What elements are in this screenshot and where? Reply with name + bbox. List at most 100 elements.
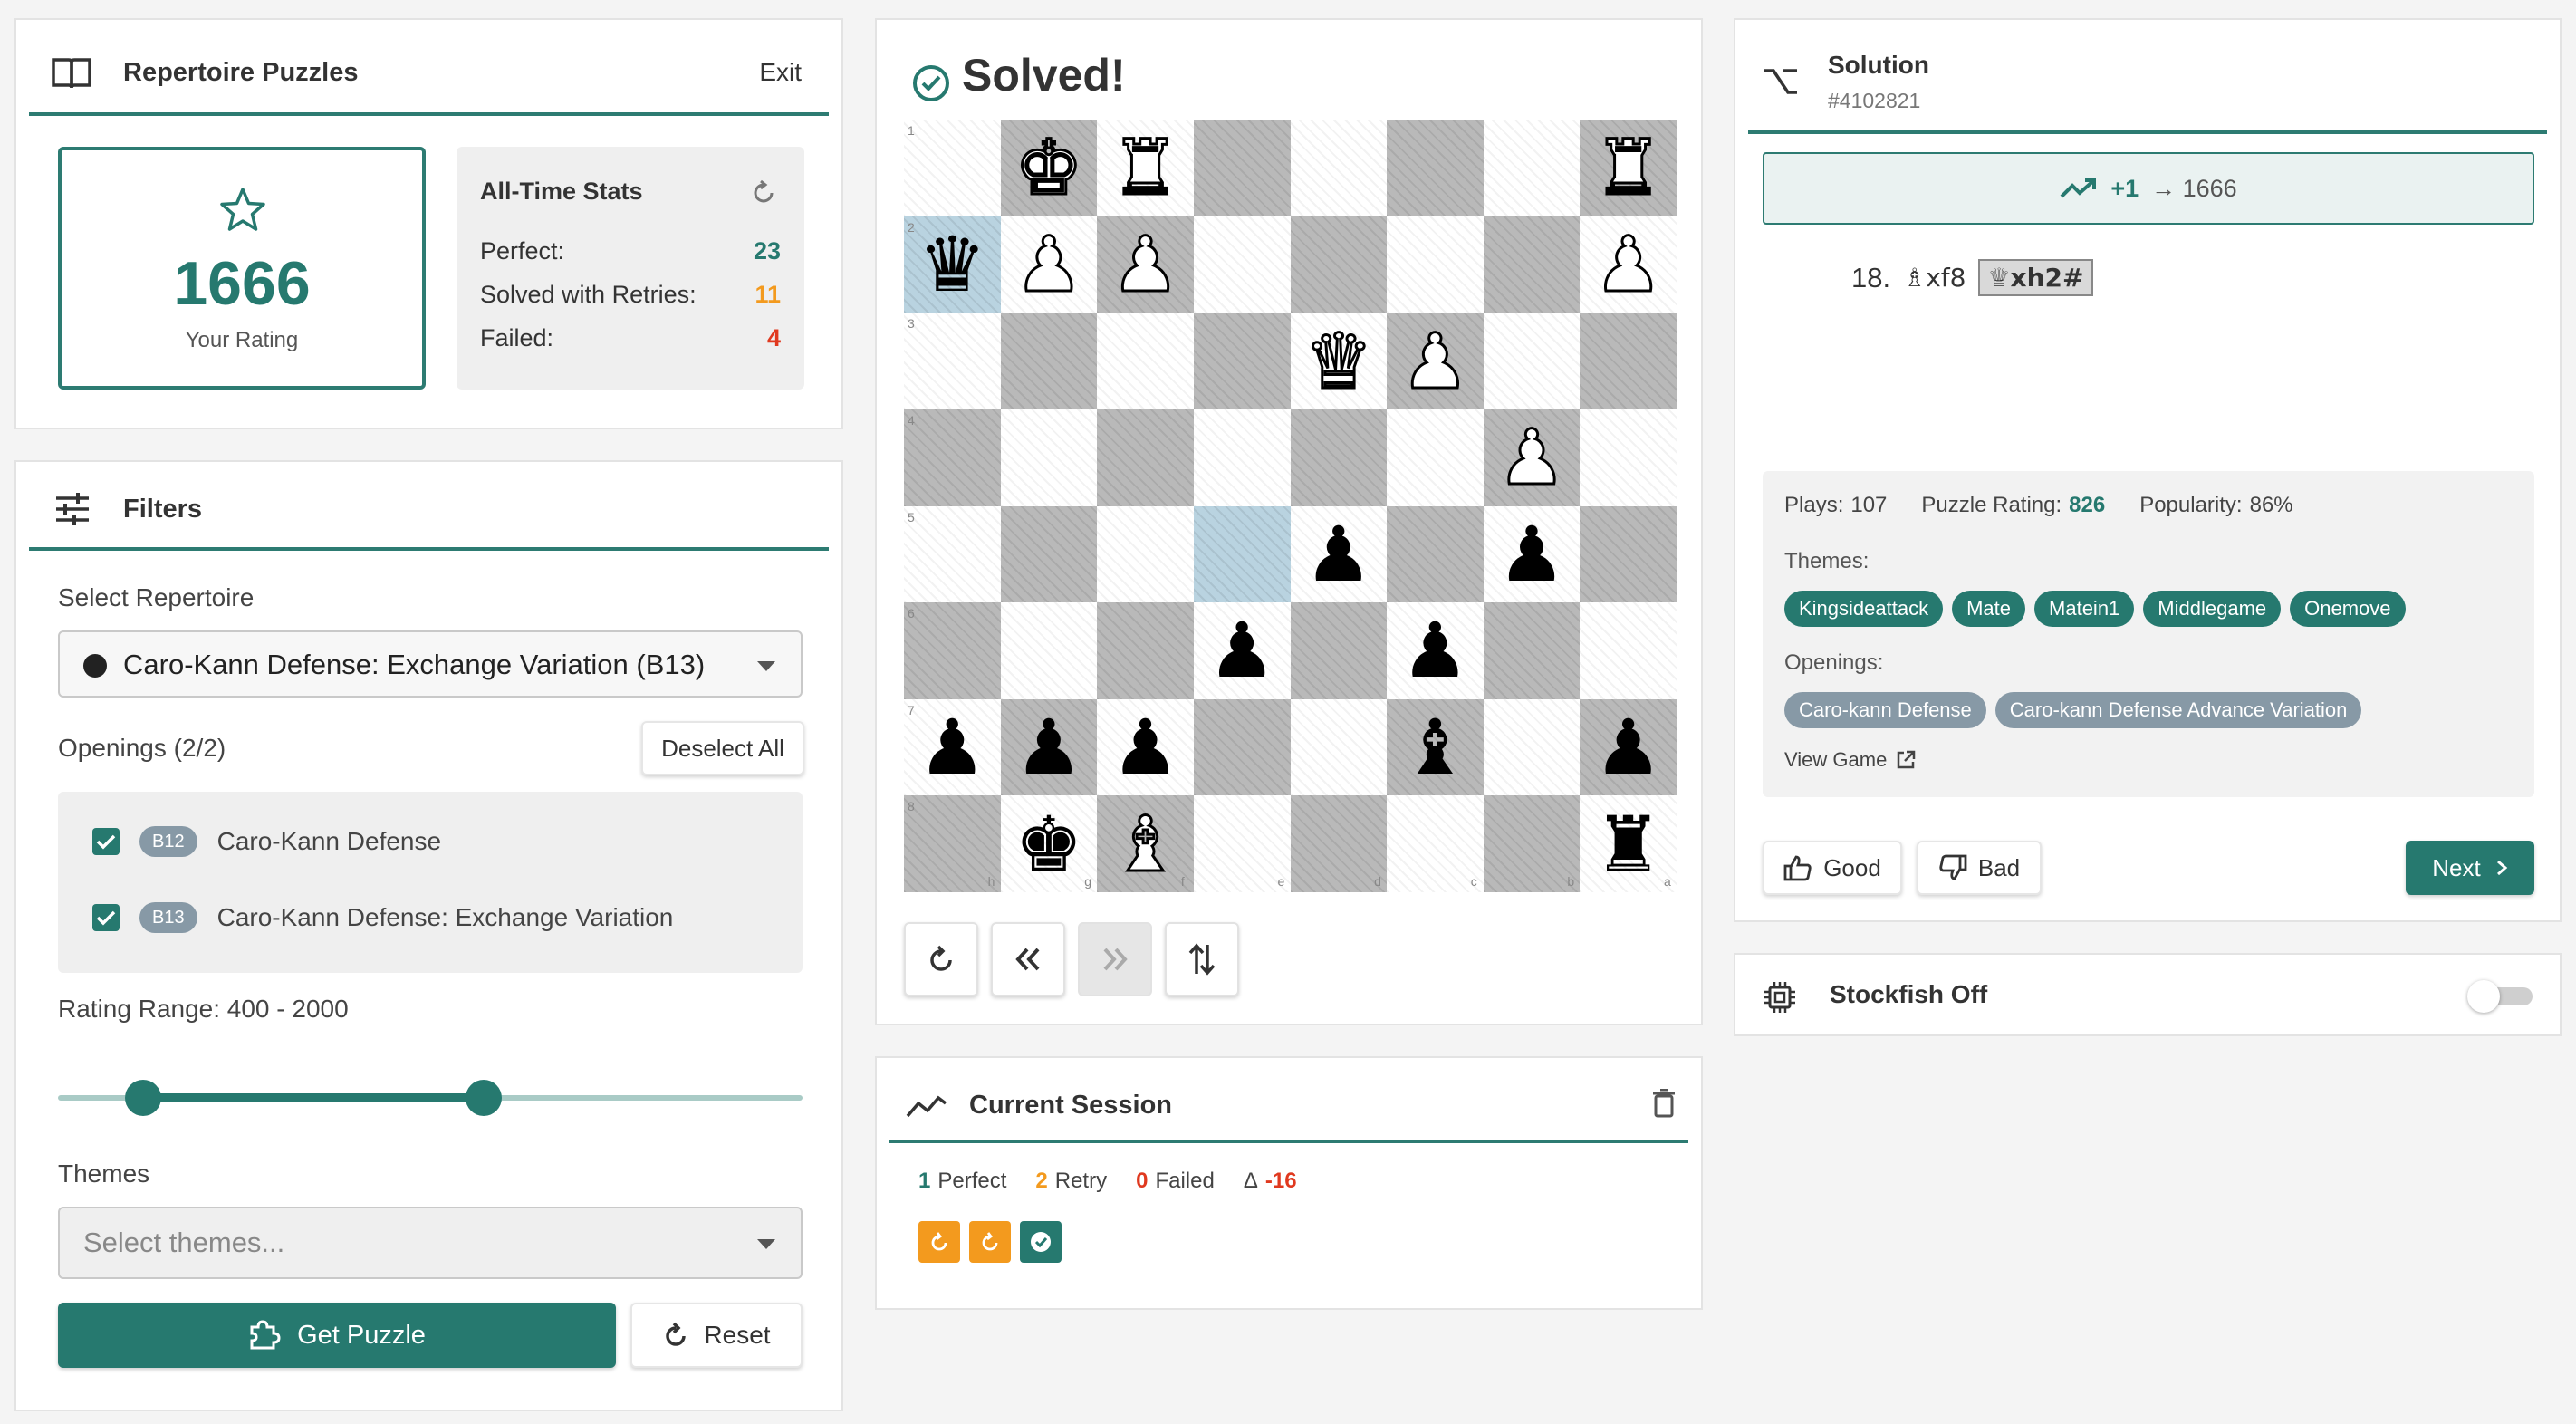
back-button[interactable] — [991, 922, 1065, 996]
board-square[interactable] — [1483, 120, 1581, 216]
board-square[interactable] — [1483, 216, 1581, 313]
board-square[interactable] — [1193, 120, 1291, 216]
board-square[interactable] — [1097, 505, 1194, 603]
board-square[interactable] — [904, 602, 1001, 699]
white-rook-icon[interactable]: ♜ — [1580, 120, 1677, 216]
board-square[interactable] — [1290, 698, 1388, 796]
rating-range-slider[interactable] — [58, 1078, 803, 1118]
theme-tag[interactable]: Kingsideattack — [1784, 591, 1944, 627]
board-square[interactable] — [904, 505, 1001, 603]
view-game-link[interactable]: View Game — [1784, 748, 1916, 772]
board-square[interactable] — [1290, 602, 1388, 699]
board-square[interactable] — [1193, 216, 1291, 313]
white-king-icon[interactable]: ♚ — [1001, 120, 1098, 216]
board-square[interactable] — [1290, 795, 1388, 892]
opening-item[interactable]: B13 Caro-Kann Defense: Exchange Variatio… — [92, 902, 673, 933]
board-square[interactable] — [1387, 216, 1484, 313]
trash-icon[interactable] — [1652, 1089, 1676, 1118]
refresh-icon[interactable] — [750, 179, 777, 207]
board-square[interactable] — [1580, 602, 1677, 699]
move-item[interactable]: ♗xf8 — [1903, 263, 1966, 293]
board-square[interactable] — [1193, 313, 1291, 409]
board-square[interactable] — [1387, 409, 1484, 506]
forward-button[interactable] — [1078, 922, 1152, 996]
deselect-all-button[interactable]: Deselect All — [641, 721, 804, 775]
white-pawn-icon[interactable]: ♟ — [1580, 216, 1677, 313]
board-square[interactable] — [904, 313, 1001, 409]
bad-button[interactable]: Bad — [1917, 841, 2042, 895]
board-square[interactable] — [1193, 409, 1291, 506]
opening-checkbox[interactable] — [92, 904, 120, 931]
session-result-retry[interactable] — [969, 1221, 1011, 1263]
opening-tag[interactable]: Caro-kann Defense — [1784, 692, 1986, 728]
board-square[interactable] — [904, 120, 1001, 216]
board-square[interactable] — [1387, 505, 1484, 603]
slider-max-handle[interactable] — [466, 1080, 502, 1116]
board-square[interactable] — [1580, 313, 1677, 409]
white-pawn-icon[interactable]: ♟ — [1387, 313, 1484, 409]
opening-checkbox[interactable] — [92, 828, 120, 855]
black-pawn-icon[interactable]: ♟ — [1484, 506, 1581, 603]
board-square[interactable] — [1000, 313, 1098, 409]
board-square[interactable] — [1290, 409, 1388, 506]
slider-min-handle[interactable] — [125, 1080, 161, 1116]
white-rook-icon[interactable]: ♜ — [1097, 120, 1194, 216]
next-button[interactable]: Next — [2406, 841, 2534, 895]
board-square[interactable] — [1580, 409, 1677, 506]
themes-select[interactable]: Select themes... — [58, 1207, 803, 1279]
exit-button[interactable]: Exit — [759, 58, 802, 87]
white-pawn-icon[interactable]: ♟ — [1001, 216, 1098, 313]
board-square[interactable] — [1387, 795, 1484, 892]
move-item-current[interactable]: ♕xh2# — [1978, 259, 2093, 296]
board-square[interactable] — [1483, 602, 1581, 699]
board-square[interactable] — [1000, 505, 1098, 603]
board-square[interactable] — [1193, 698, 1291, 796]
stockfish-toggle[interactable] — [2467, 980, 2536, 1013]
board-square[interactable] — [1193, 795, 1291, 892]
board-square[interactable] — [1097, 313, 1194, 409]
theme-tag[interactable]: Mate — [1952, 591, 2026, 627]
board-square[interactable] — [1483, 313, 1581, 409]
theme-tag[interactable]: Onemove — [2290, 591, 2406, 627]
board-square[interactable] — [1290, 216, 1388, 313]
flip-board-button[interactable] — [1165, 922, 1239, 996]
good-button[interactable]: Good — [1763, 841, 1902, 895]
opening-item[interactable]: B12 Caro-Kann Defense — [92, 826, 441, 857]
get-puzzle-button[interactable]: Get Puzzle — [58, 1303, 616, 1368]
black-pawn-icon[interactable]: ♟ — [1097, 699, 1194, 796]
restart-button[interactable] — [904, 922, 978, 996]
repertoire-select[interactable]: Caro-Kann Defense: Exchange Variation (B… — [58, 630, 803, 698]
theme-tag[interactable]: Middlegame — [2143, 591, 2282, 627]
opening-tag[interactable]: Caro-kann Defense Advance Variation — [1994, 692, 2362, 728]
black-king-icon[interactable]: ♚ — [1001, 795, 1098, 892]
black-pawn-icon[interactable]: ♟ — [1001, 699, 1098, 796]
white-pawn-icon[interactable]: ♟ — [1097, 216, 1194, 313]
chess-board[interactable]: 1 2 3 4 5 6 7 8 h g f e d c b a ♚ ♜ ♜ ♛ ♟ ♟ ♟ ♛ ♟ ♟ ♟ ♟ ♟ ♟ ♟ ♟ ♟ ♝ ♟ ♚ ♝ ♜ — [904, 120, 1677, 892]
board-square[interactable] — [1193, 505, 1291, 603]
board-square[interactable] — [1290, 120, 1388, 216]
black-pawn-icon[interactable]: ♟ — [1291, 506, 1388, 603]
board-square[interactable] — [1483, 698, 1581, 796]
white-bishop-icon[interactable]: ♝ — [1097, 795, 1194, 892]
board-square[interactable] — [904, 409, 1001, 506]
reset-button[interactable]: Reset — [630, 1303, 803, 1368]
black-pawn-icon[interactable]: ♟ — [1580, 699, 1677, 796]
black-bishop-icon[interactable]: ♝ — [1387, 699, 1484, 796]
board-square[interactable] — [1097, 602, 1194, 699]
session-result-perfect[interactable] — [1020, 1221, 1062, 1263]
board-square[interactable] — [1483, 795, 1581, 892]
board-square[interactable] — [1387, 120, 1484, 216]
board-square[interactable] — [1580, 505, 1677, 603]
black-rook-icon[interactable]: ♜ — [1580, 795, 1677, 892]
board-square[interactable] — [1097, 409, 1194, 506]
board-square[interactable] — [904, 795, 1001, 892]
black-queen-icon[interactable]: ♛ — [904, 216, 1001, 313]
white-pawn-icon[interactable]: ♟ — [1484, 409, 1581, 506]
black-pawn-icon[interactable]: ♟ — [1387, 602, 1484, 699]
session-result-retry[interactable] — [918, 1221, 960, 1263]
board-square[interactable] — [1000, 409, 1098, 506]
black-pawn-icon[interactable]: ♟ — [1194, 602, 1291, 699]
theme-tag[interactable]: Matein1 — [2034, 591, 2135, 627]
board-square[interactable] — [1000, 602, 1098, 699]
white-queen-icon[interactable]: ♛ — [1291, 313, 1388, 409]
